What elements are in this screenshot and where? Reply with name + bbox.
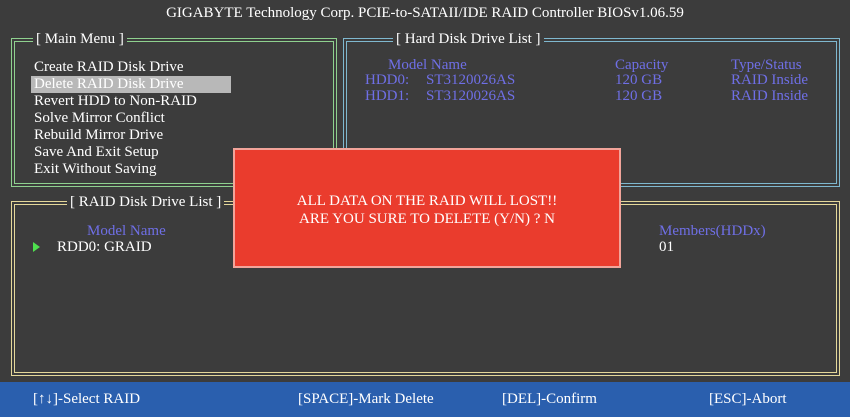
raid-header-members: Members(HDDx) <box>659 223 766 239</box>
menu-item-exit-no-save[interactable]: Exit Without Saving <box>31 161 231 178</box>
hdd-header-capacity: Capacity <box>615 57 669 73</box>
bios-title: GIGABYTE Technology Corp. PCIE-to-SATAII… <box>0 0 850 26</box>
menu-item-delete-raid[interactable]: Delete RAID Disk Drive <box>31 76 231 93</box>
hdd-row-type: RAID Inside <box>731 88 809 104</box>
raid-list-title: [ RAID Disk Drive List ] <box>67 193 225 211</box>
delete-confirm-dialog[interactable]: ALL DATA ON THE RAID WILL LOST!! ARE YOU… <box>233 148 621 268</box>
main-menu-title: [ Main Menu ] <box>33 30 127 48</box>
raid-header-model: Model Name <box>87 223 166 239</box>
status-confirm: [DEL]-Confirm <box>502 391 597 407</box>
selection-arrow-icon <box>33 242 40 252</box>
menu-item-revert-hdd[interactable]: Revert HDD to Non-RAID <box>31 93 231 110</box>
dialog-warning-text: ALL DATA ON THE RAID WILL LOST!! <box>296 193 558 209</box>
raid-row-name[interactable]: RDD0: GRAID <box>57 239 152 255</box>
menu-item-solve-mirror[interactable]: Solve Mirror Conflict <box>31 110 231 127</box>
hdd-row-model: ST3120026AS <box>426 72 516 88</box>
dialog-confirm-prompt[interactable]: ARE YOU SURE TO DELETE (Y/N) ? N <box>235 210 619 228</box>
raid-row-members: 01 <box>659 239 674 255</box>
hdd-row-capacity: 120 GB <box>615 72 663 88</box>
hdd-header-model: Model Name <box>388 57 467 73</box>
hdd-row-capacity: 120 GB <box>615 88 663 104</box>
status-bar: [↑↓]-Select RAID [SPACE]-Mark Delete [DE… <box>0 382 850 417</box>
main-menu-list: Create RAID Disk Drive Delete RAID Disk … <box>31 59 231 178</box>
status-select-raid: [↑↓]-Select RAID <box>33 391 141 407</box>
menu-item-create-raid[interactable]: Create RAID Disk Drive <box>31 59 231 76</box>
status-abort: [ESC]-Abort <box>709 391 787 407</box>
status-mark-delete: [SPACE]-Mark Delete <box>298 391 434 407</box>
menu-item-save-exit[interactable]: Save And Exit Setup <box>31 144 231 161</box>
hdd-header-type: Type/Status <box>731 57 802 73</box>
hdd-row-id: HDD1: <box>365 88 410 104</box>
hdd-row-id: HDD0: <box>365 72 410 88</box>
hdd-row-type: RAID Inside <box>731 72 809 88</box>
hdd-row-model: ST3120026AS <box>426 88 516 104</box>
menu-item-rebuild-mirror[interactable]: Rebuild Mirror Drive <box>31 127 231 144</box>
hdd-list-title: [ Hard Disk Drive List ] <box>393 30 544 48</box>
